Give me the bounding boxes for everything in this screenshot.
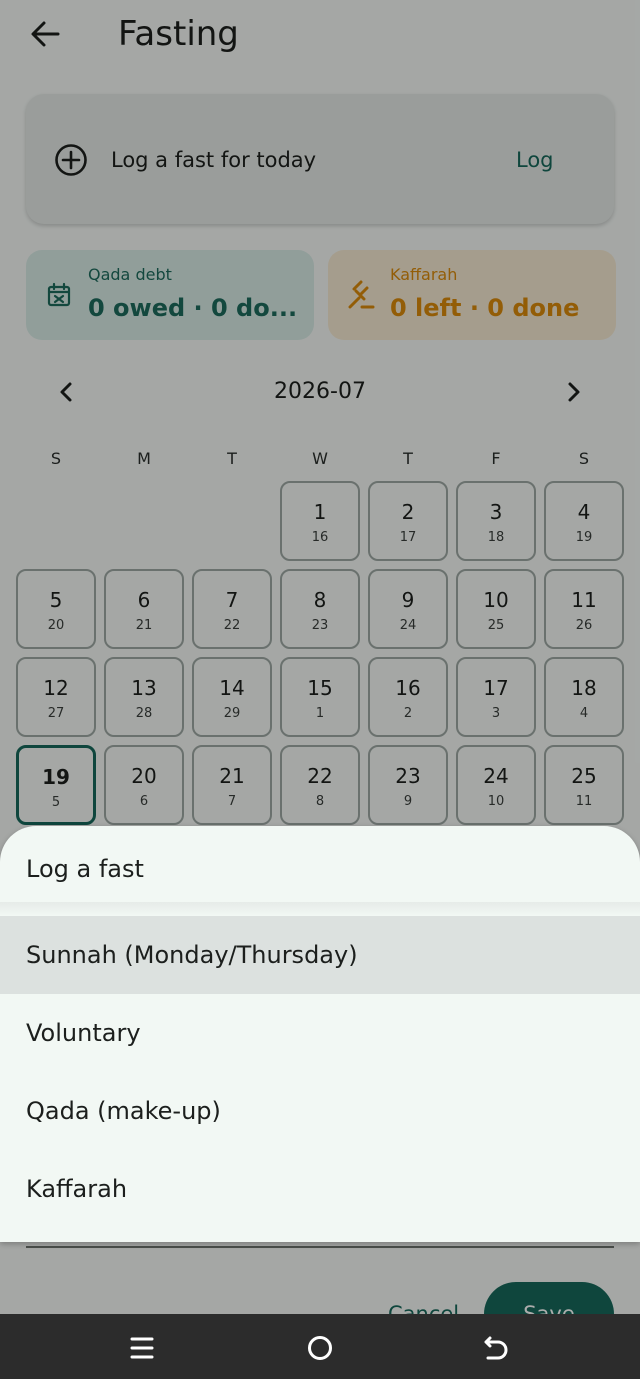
option-sunnah[interactable]: Sunnah (Monday/Thursday) [0,916,640,994]
home-button[interactable] [300,1328,340,1368]
option-voluntary[interactable]: Voluntary [0,994,640,1072]
system-nav-bar [0,1314,640,1379]
recents-button[interactable] [122,1328,162,1368]
fast-type-sheet: Log a fast Sunnah (Monday/Thursday) Volu… [0,826,640,1242]
system-back-button[interactable] [476,1328,516,1368]
home-circle-icon [308,1336,332,1360]
fasting-screen: Fasting Log a fast for today Log Qada de… [0,0,640,1379]
sheet-divider [0,902,640,916]
recents-icon [130,1337,154,1359]
sheet-title: Log a fast [26,855,144,883]
option-qada[interactable]: Qada (make-up) [0,1072,640,1150]
back-gesture-icon [484,1336,508,1360]
option-kaffarah[interactable]: Kaffarah [0,1150,640,1228]
